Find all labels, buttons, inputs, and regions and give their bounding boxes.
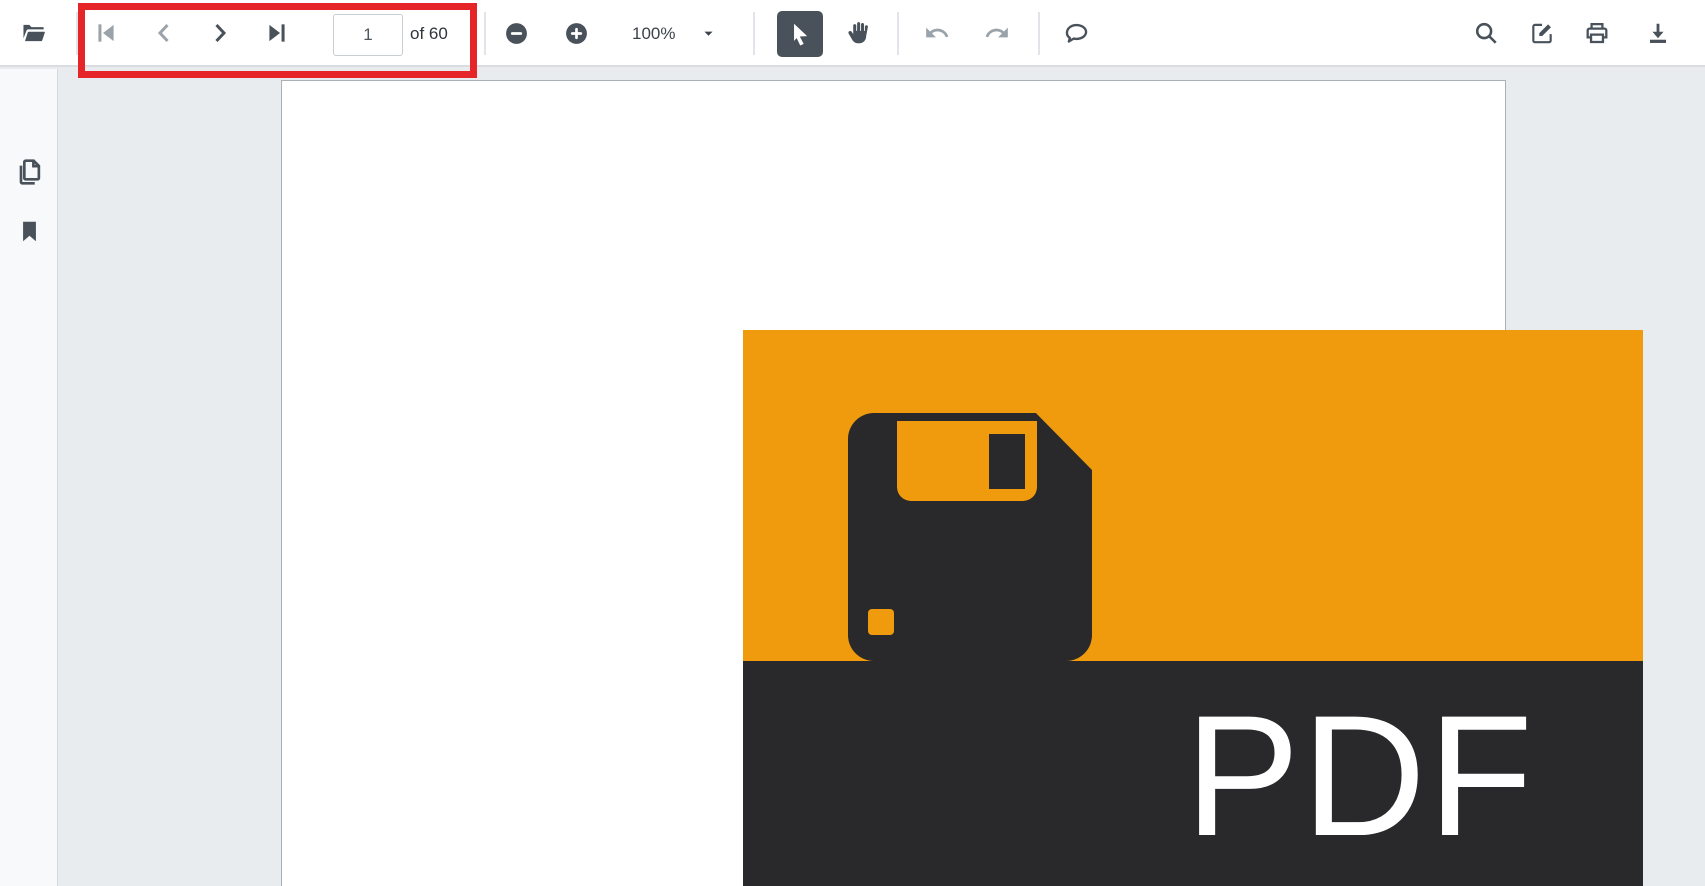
search-button[interactable]: [1469, 16, 1503, 50]
open-folder-icon: [22, 24, 45, 42]
print-icon: [1586, 22, 1608, 44]
previous-page-icon: [157, 23, 169, 43]
floppy-label: [897, 421, 1037, 501]
zoom-level-value: 100%: [632, 23, 676, 43]
cursor-select-icon: [794, 23, 808, 46]
next-page-icon: [215, 23, 227, 43]
comment-bubble-icon: [1065, 23, 1087, 43]
toolbar: of 60 100%: [0, 0, 1705, 78]
book-cover: PDF Succinctly: [743, 330, 1643, 886]
first-page-icon: [98, 24, 114, 42]
hand-pan-icon: [848, 22, 868, 44]
redo-button[interactable]: [980, 16, 1014, 50]
zoom-out-icon: [505, 22, 527, 44]
zoom-out-button[interactable]: [499, 16, 533, 50]
bookmark-button[interactable]: [10, 212, 48, 250]
zoom-in-button[interactable]: [559, 16, 593, 50]
last-page-icon: [269, 24, 285, 42]
floppy-shutter: [989, 434, 1025, 489]
toolbar-separator: [484, 12, 486, 55]
first-page-button[interactable]: [89, 16, 123, 50]
toolbar-separator: [897, 12, 899, 55]
cover-title: PDF: [1185, 680, 1535, 872]
comment-button[interactable]: [1059, 16, 1093, 50]
search-icon: [1475, 22, 1497, 44]
toolbar-separator: [753, 12, 755, 55]
page-thumbnails-icon: [19, 159, 41, 185]
zoom-in-icon: [565, 22, 587, 44]
open-document-button[interactable]: [16, 16, 50, 50]
redo-icon: [985, 27, 1008, 38]
last-page-button[interactable]: [260, 16, 294, 50]
floppy-notch: [868, 609, 894, 635]
toolbar-separator: [1038, 12, 1040, 55]
caret-down-icon: [701, 26, 716, 41]
toolbar-separator: [76, 12, 78, 55]
selection-tool-button[interactable]: [777, 11, 823, 57]
side-panel: [0, 69, 58, 886]
next-page-button[interactable]: [203, 16, 237, 50]
page-count-label: of 60: [410, 24, 448, 43]
floppy-disk-icon: [848, 413, 1092, 661]
previous-page-button[interactable]: [147, 16, 181, 50]
annotation-edit-button[interactable]: [1525, 16, 1559, 50]
page-thumbnails-button[interactable]: [10, 153, 48, 191]
page-number-input[interactable]: [333, 14, 403, 56]
undo-button[interactable]: [920, 16, 954, 50]
download-button[interactable]: [1641, 16, 1675, 50]
bookmark-icon: [22, 221, 36, 241]
download-icon: [1649, 23, 1667, 43]
annotation-edit-icon: [1532, 23, 1552, 44]
undo-icon: [926, 27, 949, 38]
print-button[interactable]: [1580, 16, 1614, 50]
zoom-level-dropdown[interactable]: 100%: [612, 0, 740, 67]
pdf-page: PDF Succinctly: [281, 80, 1643, 886]
pan-tool-button[interactable]: [840, 16, 874, 50]
